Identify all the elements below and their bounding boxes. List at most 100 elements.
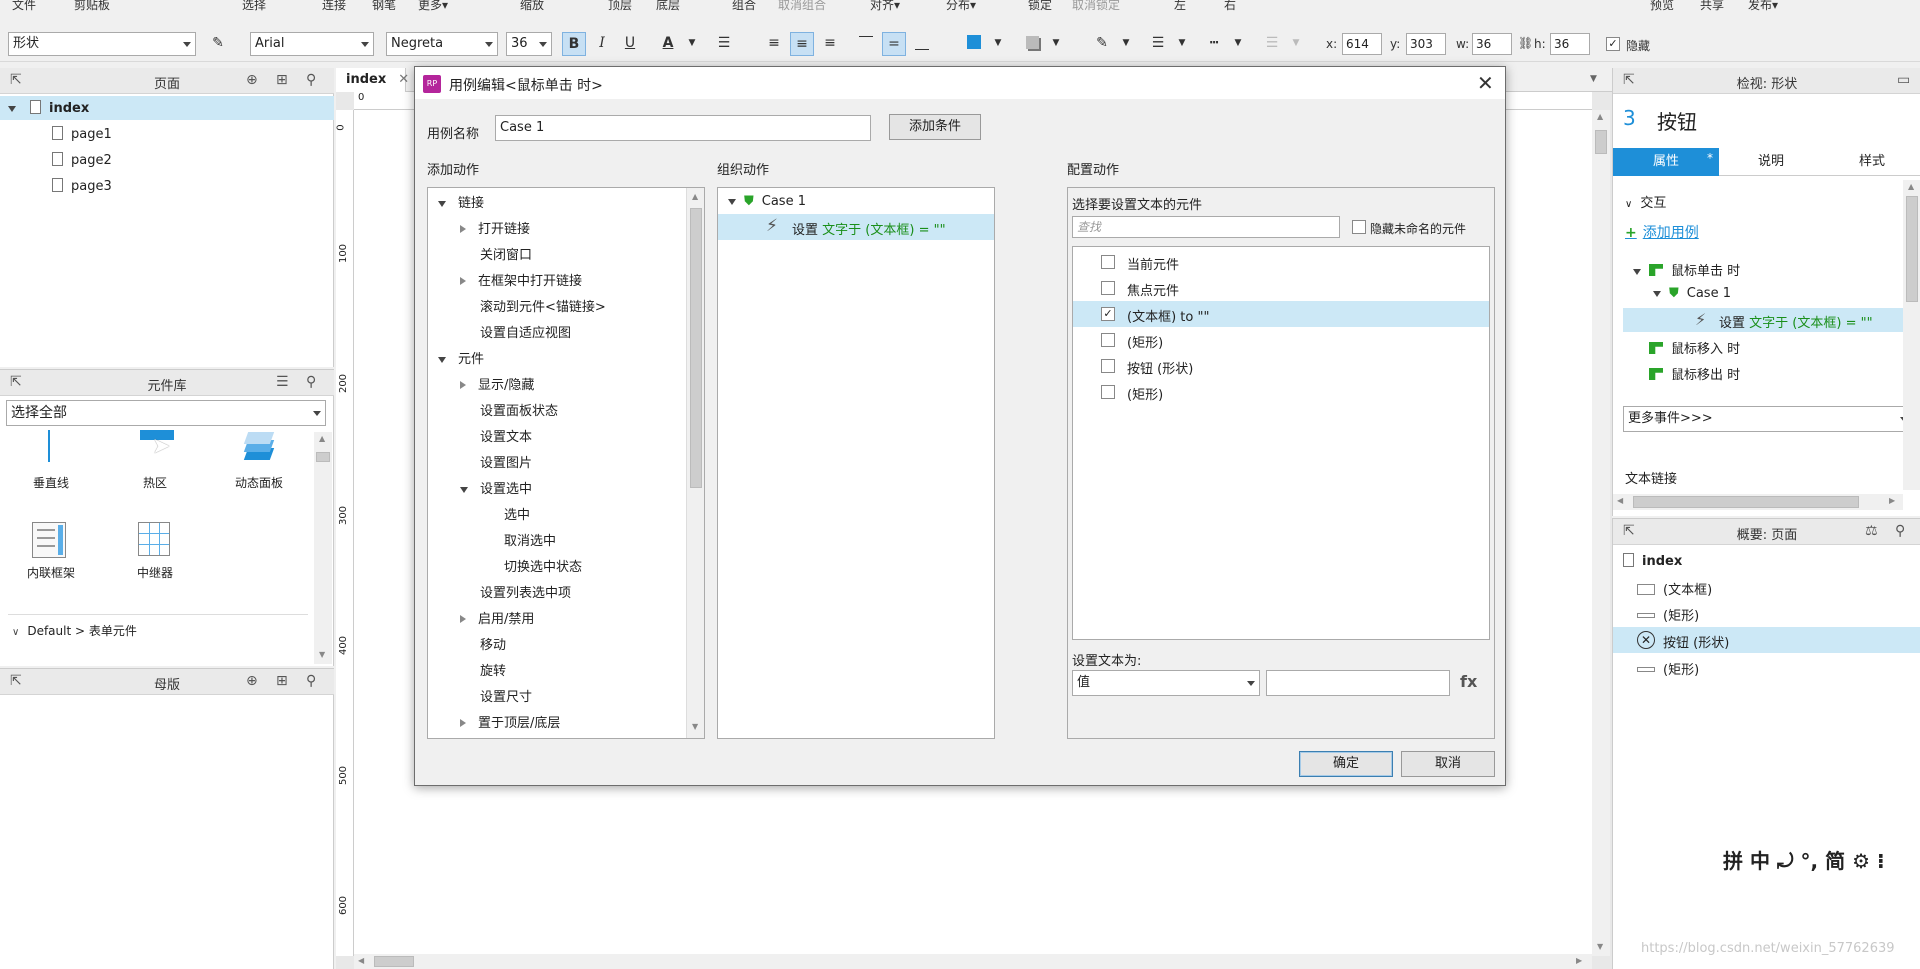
arrow-style-button[interactable]: ☰ xyxy=(1260,32,1284,56)
line-color-dropdown-icon[interactable]: ▼ xyxy=(1114,32,1138,56)
action-item[interactable]: 设置选中 xyxy=(460,478,532,497)
tab-properties[interactable]: 属性 * xyxy=(1613,148,1719,176)
menu-right[interactable]: 右 xyxy=(1224,0,1236,13)
widget-option-checkbox[interactable]: ✓ xyxy=(1101,307,1115,321)
widget-option[interactable]: 焦点元件 xyxy=(1073,275,1489,301)
menu-ungroup[interactable]: 取消组合 xyxy=(778,0,826,13)
page-item-page1[interactable]: page1 xyxy=(52,126,112,142)
menu-top[interactable]: 顶层 xyxy=(608,0,632,13)
menu-align[interactable]: 对齐▾ xyxy=(870,0,900,13)
library-section-header[interactable]: ∨ Default > 表单元件 xyxy=(12,622,137,639)
inspector-vscrollbar[interactable]: ▲ xyxy=(1903,180,1920,490)
menu-distribute[interactable]: 分布▾ xyxy=(946,0,976,13)
expand-icon[interactable] xyxy=(460,487,468,493)
action-item[interactable]: 滚动到元件<锚链接> xyxy=(480,296,606,315)
expand-icon[interactable] xyxy=(438,201,446,207)
h-input[interactable]: 36 xyxy=(1550,33,1590,55)
hide-unnamed-checkbox[interactable] xyxy=(1352,220,1366,234)
font-color-button[interactable]: A xyxy=(656,32,680,56)
widget-repeater[interactable]: 中继器 xyxy=(112,520,198,590)
menu-left[interactable]: 左 xyxy=(1174,0,1186,13)
action-item[interactable]: 选中 xyxy=(504,504,530,523)
add-master-icon[interactable]: ⊕ xyxy=(246,673,258,689)
search-icon[interactable]: ⚲ xyxy=(1895,523,1905,539)
action-item[interactable]: 设置尺寸 xyxy=(480,686,532,705)
x-input[interactable]: 614 xyxy=(1342,33,1382,55)
add-case-link[interactable]: + 添加用例 xyxy=(1625,222,1699,242)
library-select[interactable]: 选择全部 xyxy=(6,400,326,426)
action-item[interactable]: 设置文本 xyxy=(480,426,532,445)
menu-lock[interactable]: 锁定 xyxy=(1028,0,1052,13)
ok-button[interactable]: 确定 xyxy=(1299,751,1393,777)
event-mouse-leave[interactable]: 鼠标移出 时 xyxy=(1649,364,1740,383)
collapse-icon[interactable] xyxy=(8,106,16,112)
italic-button[interactable]: I xyxy=(590,32,614,56)
font-color-dropdown-icon[interactable]: ▼ xyxy=(680,32,704,56)
font-size-select[interactable]: 36 xyxy=(506,32,552,56)
valign-bottom-button[interactable]: ⎽ xyxy=(910,32,934,56)
widget-search-input[interactable]: 查找 xyxy=(1072,216,1340,238)
action-item[interactable]: 打开链接 xyxy=(460,218,530,237)
outline-root[interactable]: index xyxy=(1623,553,1682,569)
outline-item-button[interactable]: ✕ 按钮 (形状) xyxy=(1613,627,1920,653)
y-input[interactable]: 303 xyxy=(1406,33,1446,55)
collapse-arrow-icon[interactable] xyxy=(460,277,466,285)
menu-bottom[interactable]: 底层 xyxy=(656,0,680,13)
action-item[interactable]: 移动 xyxy=(480,634,506,653)
menu-unlock[interactable]: 取消锁定 xyxy=(1072,0,1120,13)
action-set-text-selected[interactable]: ⚡ 设置 文字于 (文本框) = "" xyxy=(718,214,994,240)
widget-option-checkbox[interactable] xyxy=(1101,333,1115,347)
inspector-hscrollbar[interactable]: ◀ ▶ xyxy=(1613,494,1903,510)
hidden-checkbox[interactable]: ✓ xyxy=(1606,37,1620,51)
canvas-vscrollbar[interactable]: ▲ ▼ xyxy=(1592,110,1610,956)
action-item[interactable]: 设置列表选中项 xyxy=(480,582,571,601)
action-item[interactable]: 置于顶层/底层 xyxy=(460,712,560,731)
outline-item-rect-2[interactable]: (矩形) xyxy=(1637,659,1699,678)
tab-index[interactable]: index ✕ xyxy=(336,68,409,92)
action-item[interactable]: 链接 xyxy=(438,192,484,211)
action-item[interactable]: 设置自适应视图 xyxy=(480,322,571,341)
case-name-input[interactable]: Case 1 xyxy=(495,115,871,141)
page-icon[interactable]: ▭ xyxy=(1897,72,1910,88)
menu-publish[interactable]: 发布▾ xyxy=(1748,0,1778,13)
widget-option[interactable]: 当前元件 xyxy=(1073,249,1489,275)
widget-vertical-line[interactable]: 垂直线 xyxy=(8,430,94,500)
font-style-select[interactable]: Negreta xyxy=(386,32,498,56)
valign-top-button[interactable]: ⎺ xyxy=(854,32,878,56)
line-color-button[interactable]: ✎ xyxy=(1090,32,1114,56)
align-right-button[interactable]: ≡ xyxy=(818,32,842,56)
menu-pen[interactable]: 钢笔 xyxy=(372,0,396,13)
actions-scrollbar[interactable]: ▲ ▼ xyxy=(686,188,704,738)
menu-preview[interactable]: 预览 xyxy=(1650,0,1674,13)
value-type-select[interactable]: 值 xyxy=(1072,670,1260,696)
shadow-button[interactable] xyxy=(1020,32,1044,56)
close-tab-icon[interactable]: ✕ xyxy=(398,72,409,87)
cancel-button[interactable]: 取消 xyxy=(1401,751,1495,777)
bullet-list-button[interactable]: ☰ xyxy=(712,32,736,56)
line-width-dropdown-icon[interactable]: ▼ xyxy=(1170,32,1194,56)
expand-icon[interactable] xyxy=(438,357,446,363)
add-page-icon[interactable]: ⊕ xyxy=(246,72,258,88)
widget-name[interactable]: 按钮 xyxy=(1657,106,1697,135)
search-icon[interactable]: ⚲ xyxy=(306,673,316,689)
widget-option-checkbox[interactable] xyxy=(1101,359,1115,373)
action-item[interactable]: 切换选中状态 xyxy=(504,556,582,575)
lock-ratio-icon[interactable]: ⛓ xyxy=(1518,36,1533,50)
action-item[interactable]: 启用/禁用 xyxy=(460,608,534,627)
widget-option[interactable]: ✓ (文本框) to "" xyxy=(1073,301,1489,327)
menu-select[interactable]: 选择 xyxy=(242,0,266,13)
menu-file[interactable]: 文件 xyxy=(12,0,36,13)
ime-toolbar[interactable]: 拼 中 ⤾ °, 简 ⚙ ⁝ xyxy=(1723,845,1915,873)
align-left-button[interactable]: ≡ xyxy=(762,32,786,56)
fx-button[interactable]: fx xyxy=(1460,672,1477,691)
menu-icon[interactable]: ☰ xyxy=(276,374,289,390)
action-item[interactable]: 旋转 xyxy=(480,660,506,679)
action-item[interactable]: 关闭窗口 xyxy=(480,244,532,263)
shadow-dropdown-icon[interactable]: ▼ xyxy=(1044,32,1068,56)
fill-color-button[interactable] xyxy=(962,32,986,56)
search-icon[interactable]: ⚲ xyxy=(306,72,316,88)
page-tree-root[interactable]: index xyxy=(0,96,334,120)
tab-style[interactable]: 样式 xyxy=(1823,148,1920,176)
widget-option-checkbox[interactable] xyxy=(1101,255,1115,269)
text-value-input[interactable] xyxy=(1266,670,1450,696)
